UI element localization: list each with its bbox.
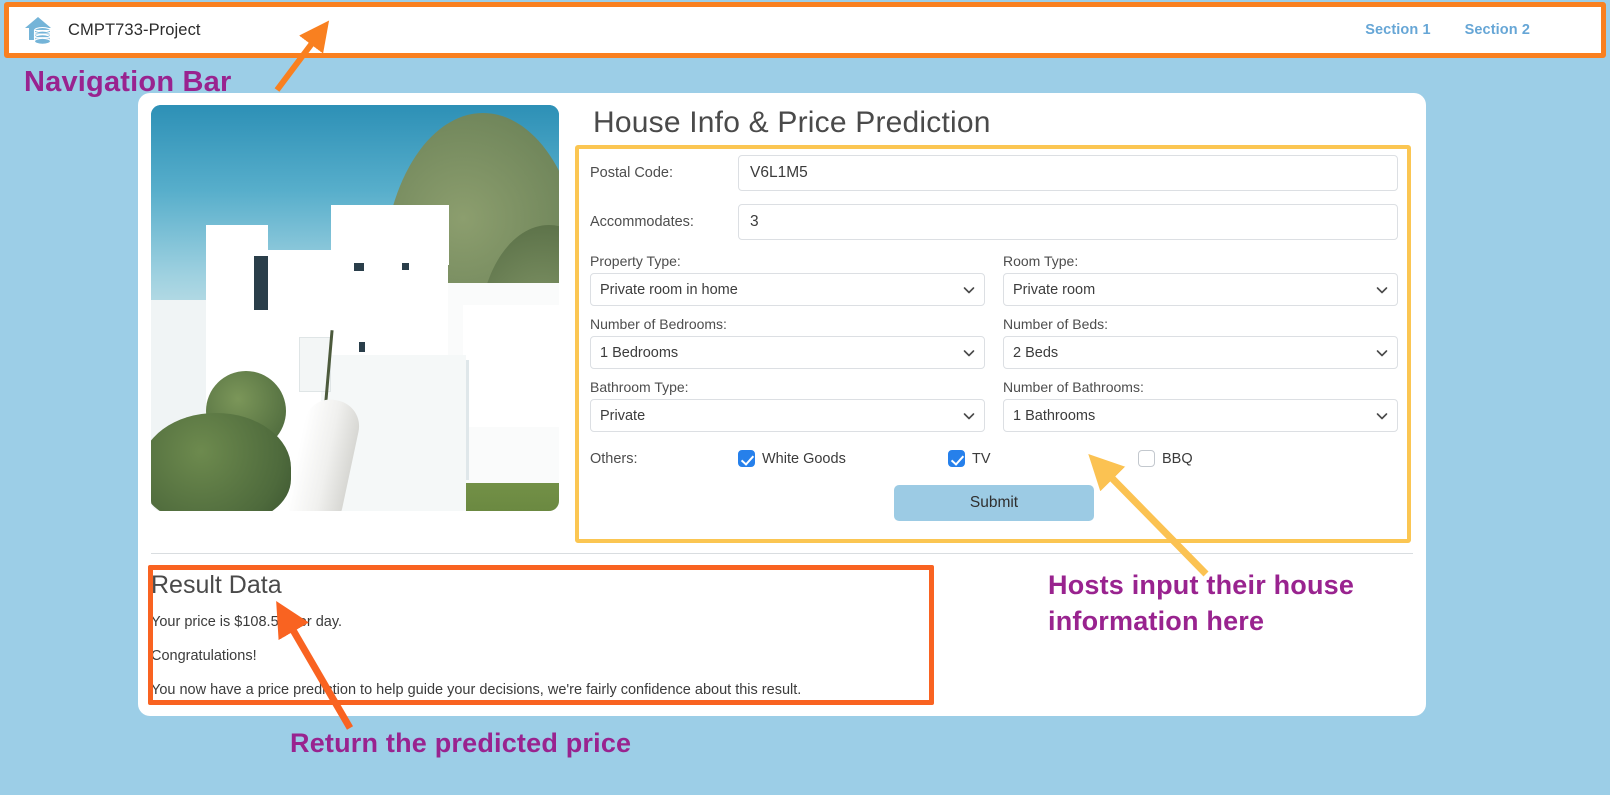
- bathrooms-label: Number of Bathrooms:: [1003, 379, 1144, 395]
- room-type-select[interactable]: Private room: [1003, 273, 1398, 306]
- room-type-label: Room Type:: [1003, 253, 1079, 269]
- checkbox-white-goods[interactable]: White Goods: [738, 450, 948, 467]
- submit-row: Submit: [590, 485, 1398, 521]
- house-info-form: Postal Code: Accommodates: Property Type…: [590, 155, 1398, 521]
- bathroom-type-field: Bathroom Type: Private: [590, 379, 985, 442]
- checkbox-bbq[interactable]: BBQ: [1138, 450, 1193, 467]
- others-row: Others: White Goods TV BBQ: [590, 450, 1398, 467]
- postal-code-input[interactable]: [738, 155, 1398, 191]
- property-type-select[interactable]: Private room in home: [590, 273, 985, 306]
- bathrooms-value: 1 Bathrooms: [1013, 407, 1096, 424]
- nav-link-section-1[interactable]: Section 1: [1365, 22, 1430, 38]
- brand-label: CMPT733-Project: [68, 20, 201, 39]
- checkbox-box-tv[interactable]: [948, 450, 965, 467]
- beds-select[interactable]: 2 Beds: [1003, 336, 1398, 369]
- postal-code-row: Postal Code:: [590, 155, 1398, 191]
- checkbox-box-white-goods[interactable]: [738, 450, 755, 467]
- bedrooms-field: Number of Bedrooms: 1 Bedrooms: [590, 316, 985, 379]
- accommodates-row: Accommodates:: [590, 204, 1398, 240]
- postal-code-label: Postal Code:: [590, 165, 674, 181]
- checkbox-label-bbq: BBQ: [1162, 450, 1193, 467]
- brand[interactable]: CMPT733-Project: [22, 13, 201, 47]
- house-photo: [151, 105, 559, 511]
- bedrooms-label: Number of Bedrooms:: [590, 316, 727, 332]
- page-root: CMPT733-Project Section 1 Section 2 Hous…: [0, 0, 1610, 795]
- checkbox-box-bbq[interactable]: [1138, 450, 1155, 467]
- bedrooms-value: 1 Bedrooms: [600, 344, 679, 361]
- navigation-bar: CMPT733-Project Section 1 Section 2: [8, 6, 1602, 54]
- others-label: Others:: [590, 450, 638, 467]
- submit-button[interactable]: Submit: [894, 485, 1094, 521]
- bathroom-type-value: Private: [600, 407, 646, 424]
- annotation-label-result: Return the predicted price: [290, 728, 632, 758]
- annotation-label-hosts: Hosts input their house information here: [1048, 570, 1355, 636]
- property-type-label: Property Type:: [590, 253, 681, 269]
- bathroom-type-select[interactable]: Private: [590, 399, 985, 432]
- beds-field: Number of Beds: 2 Beds: [1003, 316, 1398, 379]
- bathrooms-field: Number of Bathrooms: 1 Bathrooms: [1003, 379, 1398, 442]
- house-coins-icon: [22, 13, 56, 47]
- accommodates-label: Accommodates:: [590, 214, 694, 230]
- beds-value: 2 Beds: [1013, 344, 1059, 361]
- property-type-value: Private room in home: [600, 281, 738, 298]
- checkbox-label-tv: TV: [972, 450, 991, 467]
- result-detail-line: You now have a price prediction to help …: [151, 682, 802, 698]
- result-congrats-line: Congratulations!: [151, 648, 257, 664]
- bed-row: Number of Bedrooms: 1 Bedrooms Number of…: [590, 316, 1398, 379]
- bathroom-row: Bathroom Type: Private Number of Bathroo…: [590, 379, 1398, 442]
- bathroom-type-label: Bathroom Type:: [590, 379, 689, 395]
- accommodates-input[interactable]: [738, 204, 1398, 240]
- section-divider: [151, 553, 1413, 554]
- type-row: Property Type: Private room in home Room…: [590, 253, 1398, 316]
- property-type-field: Property Type: Private room in home: [590, 253, 985, 316]
- room-type-value: Private room: [1013, 281, 1096, 298]
- nav-links: Section 1 Section 2: [1365, 22, 1580, 38]
- form-title: House Info & Price Prediction: [593, 106, 991, 139]
- bedrooms-select[interactable]: 1 Bedrooms: [590, 336, 985, 369]
- bathrooms-select[interactable]: 1 Bathrooms: [1003, 399, 1398, 432]
- nav-link-section-2[interactable]: Section 2: [1465, 22, 1530, 38]
- checkbox-label-white-goods: White Goods: [762, 450, 846, 467]
- annotation-label-navigation: Navigation Bar: [24, 66, 232, 98]
- checkbox-tv[interactable]: TV: [948, 450, 1138, 467]
- room-type-field: Room Type: Private room: [1003, 253, 1398, 316]
- beds-label: Number of Beds:: [1003, 316, 1109, 332]
